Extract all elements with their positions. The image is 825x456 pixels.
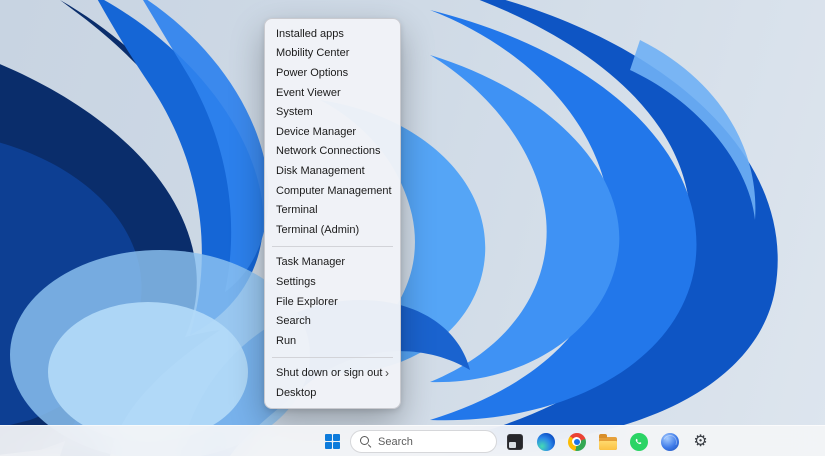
menu-separator [272, 357, 393, 358]
desktop-wallpaper [0, 0, 825, 456]
edge-browser-button[interactable] [532, 428, 559, 455]
chrome-icon [568, 433, 586, 451]
dark-window-icon [507, 434, 523, 450]
gear-icon: ⚙ [693, 434, 707, 450]
menu-item-terminal[interactable]: Terminal [269, 200, 396, 220]
menu-item-task-manager[interactable]: Task Manager [269, 253, 396, 273]
menu-item-file-explorer[interactable]: File Explorer [269, 292, 396, 312]
menu-item-system[interactable]: System [269, 102, 396, 122]
windows-logo-icon [325, 434, 340, 449]
whatsapp-button[interactable] [625, 428, 652, 455]
globe-icon [661, 433, 679, 451]
start-button[interactable] [319, 428, 346, 455]
menu-item-label: Shut down or sign out [276, 367, 382, 379]
menu-item-terminal-admin[interactable]: Terminal (Admin) [269, 220, 396, 240]
taskbar-center-group: ⚙ [319, 426, 714, 456]
taskbar: ⚙ [0, 425, 825, 456]
menu-item-settings[interactable]: Settings [269, 272, 396, 292]
menu-item-run[interactable]: Run [269, 331, 396, 351]
search-input[interactable] [378, 436, 487, 448]
bloom-artwork [0, 0, 825, 456]
file-explorer-button[interactable] [594, 428, 621, 455]
search-icon [360, 436, 371, 447]
whatsapp-icon [630, 433, 648, 451]
menu-item-shut-down-or-sign-out[interactable]: Shut down or sign out › [269, 364, 396, 384]
menu-item-device-manager[interactable]: Device Manager [269, 122, 396, 142]
pinned-app-window-button[interactable] [501, 428, 528, 455]
menu-item-installed-apps[interactable]: Installed apps [269, 24, 396, 44]
chrome-browser-button[interactable] [563, 428, 590, 455]
menu-item-computer-management[interactable]: Computer Management [269, 181, 396, 201]
menu-item-desktop[interactable]: Desktop [269, 383, 396, 403]
menu-separator [272, 246, 393, 247]
chevron-right-icon: › [385, 367, 389, 380]
folder-icon [599, 437, 617, 450]
taskbar-search-box[interactable] [350, 430, 497, 453]
menu-item-disk-management[interactable]: Disk Management [269, 161, 396, 181]
power-user-menu: Installed apps Mobility Center Power Opt… [264, 18, 401, 409]
menu-item-network-connections[interactable]: Network Connections [269, 142, 396, 162]
browser-globe-button[interactable] [656, 428, 683, 455]
settings-button[interactable]: ⚙ [687, 428, 714, 455]
menu-item-search[interactable]: Search [269, 311, 396, 331]
edge-icon [537, 433, 555, 451]
menu-item-event-viewer[interactable]: Event Viewer [269, 83, 396, 103]
menu-item-mobility-center[interactable]: Mobility Center [269, 44, 396, 64]
menu-item-power-options[interactable]: Power Options [269, 63, 396, 83]
